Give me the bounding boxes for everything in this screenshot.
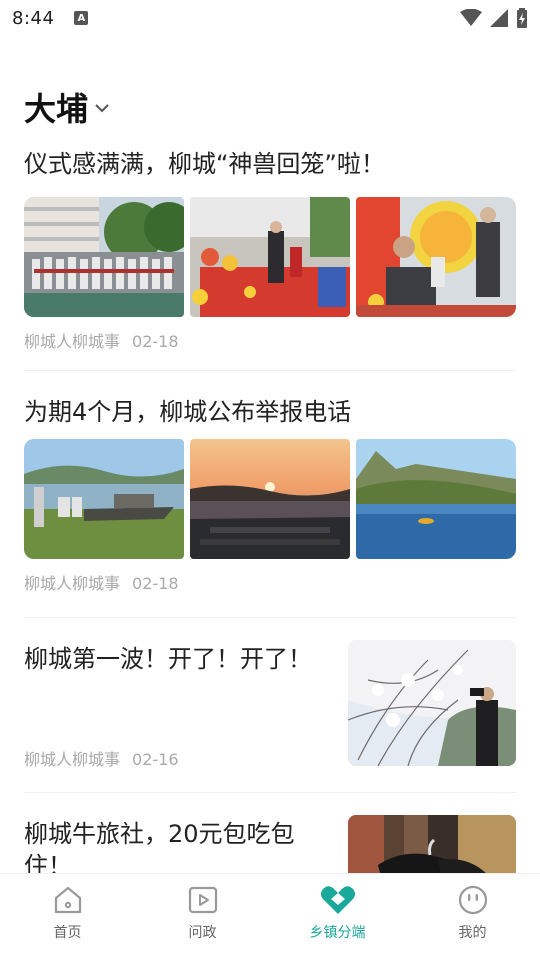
article-date: 02-18: [132, 574, 179, 593]
wifi-icon: [460, 9, 482, 26]
article-source: 柳城人柳城事: [24, 750, 121, 769]
page-title: 大埔: [24, 90, 89, 128]
heart-diamond-icon: [320, 886, 355, 914]
article-title: 柳城第一波！开了！开了！: [24, 645, 312, 673]
status-time: 8:44: [12, 7, 55, 29]
article-title: 仪式感满满，柳城“神兽回笼”啦！: [24, 150, 385, 178]
status-icons: [460, 8, 528, 28]
tab-mine[interactable]: 我的: [405, 874, 540, 960]
article-image: [348, 815, 516, 873]
article-image: [24, 197, 184, 317]
article-meta: 柳城人柳城事 02-18: [24, 328, 516, 352]
tab-label: 我的: [458, 925, 487, 941]
article-image: [348, 640, 516, 766]
article-title: 为期4个月，柳城公布举报电话: [24, 398, 352, 426]
article-image: [190, 439, 350, 559]
divider: [24, 792, 516, 793]
article-date: 02-16: [132, 750, 179, 769]
tab-label: 乡镇分端: [309, 925, 366, 941]
article-image: [24, 439, 184, 559]
article-date: 02-18: [132, 332, 179, 351]
smiley-face-icon: [458, 885, 487, 915]
article-title: 柳城牛旅社，20元包吃包住！: [24, 820, 295, 873]
tab-township[interactable]: 乡镇分端: [270, 874, 405, 960]
article-source: 柳城人柳城事: [24, 574, 121, 593]
article-source: 柳城人柳城事: [24, 332, 121, 351]
article-image: [356, 439, 516, 559]
news-item[interactable]: 柳城牛旅社，20元包吃包住！: [24, 815, 516, 873]
news-feed[interactable]: 仪式感满满，柳城“神兽回笼”啦！ 柳城人柳城事 02-18 为期4个月，柳城公布…: [0, 140, 540, 873]
article-image: [190, 197, 350, 317]
divider: [24, 370, 516, 371]
article-meta: 柳城人柳城事 02-18: [24, 570, 516, 594]
status-bar: 8:44 A: [0, 0, 540, 36]
tab-wenzheng[interactable]: 问政: [135, 874, 270, 960]
town-selector[interactable]: 大埔: [24, 84, 110, 130]
divider: [24, 617, 516, 618]
battery-icon: [517, 8, 527, 28]
news-item[interactable]: 柳城第一波！开了！开了！ 柳城人柳城事 02-16: [24, 640, 516, 773]
home-icon: [54, 886, 81, 914]
cell-signal-icon: [490, 9, 508, 27]
bottom-tab-bar: 首页 问政 乡镇分端 我的: [0, 873, 540, 960]
tab-label: 首页: [53, 925, 82, 941]
chevron-down-icon: [95, 104, 109, 113]
play-square-icon: [188, 886, 217, 914]
image-row: [24, 197, 516, 317]
tab-label: 问政: [188, 925, 217, 941]
notification-icon: A: [74, 11, 89, 25]
tab-home[interactable]: 首页: [0, 874, 135, 960]
article-image: [356, 197, 516, 317]
news-item[interactable]: 仪式感满满，柳城“神兽回笼”啦！ 柳城人柳城事 02-18: [24, 148, 516, 352]
article-meta: 柳城人柳城事 02-16: [24, 746, 179, 770]
image-row: [24, 439, 516, 559]
news-item[interactable]: 为期4个月，柳城公布举报电话 柳城人柳城事 02-18: [24, 396, 516, 594]
